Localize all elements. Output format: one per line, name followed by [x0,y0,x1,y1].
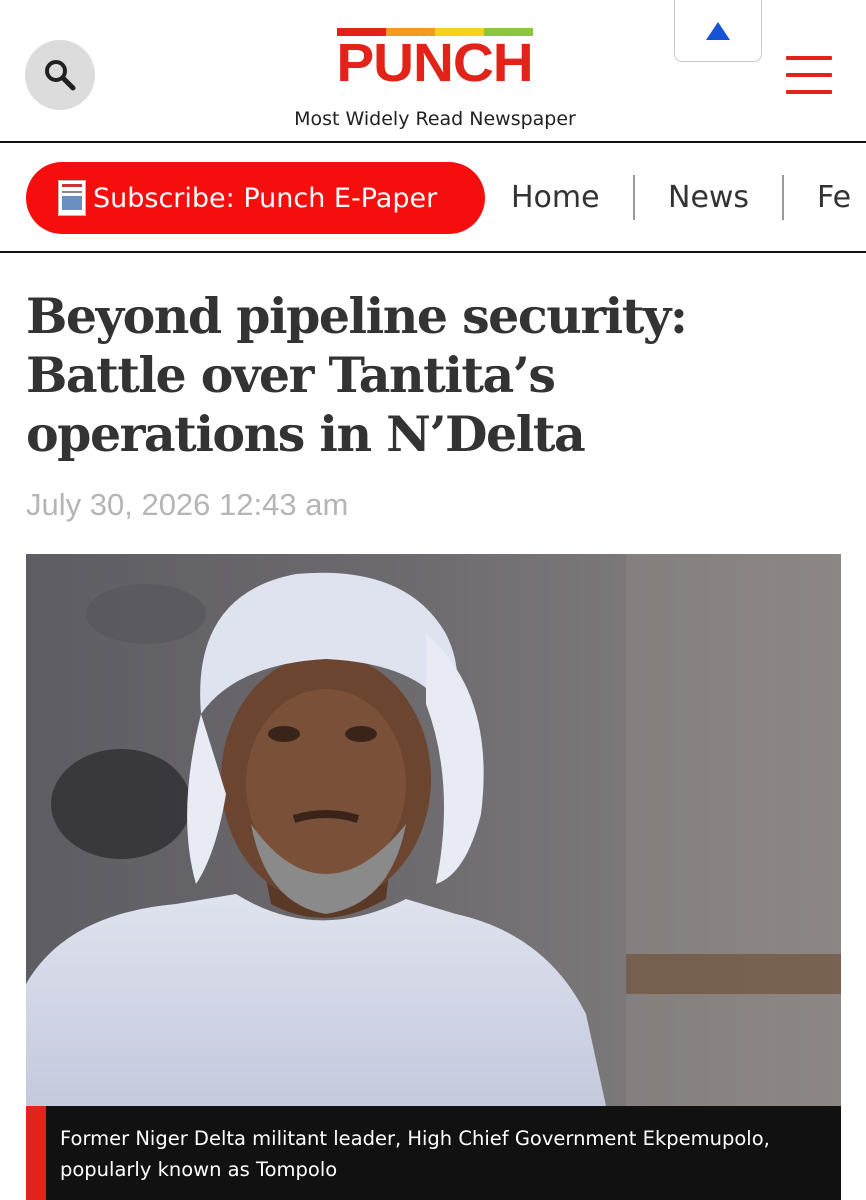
site-header: PUNCH Most Widely Read Newspaper [0,0,866,143]
nav-divider [0,251,866,253]
photo-caption: Former Niger Delta militant leader, High… [26,1106,841,1200]
search-icon [45,60,76,91]
arrow-up-icon [706,21,730,40]
nav-item-home[interactable]: Home [511,180,600,215]
header-divider [0,141,866,143]
epaper-icon [58,180,86,216]
subscribe-label: Subscribe: Punch E-Paper [93,182,438,214]
scroll-to-top-button[interactable] [674,0,762,62]
caption-text: Former Niger Delta militant leader, High… [60,1127,770,1181]
nav-item-news[interactable]: News [668,180,749,215]
site-tagline: Most Widely Read Newspaper [294,108,576,130]
subscribe-epaper-button[interactable]: Subscribe: Punch E-Paper [26,162,485,234]
article-date: July 30, 2026 12:43 am [26,487,349,522]
main-nav: Subscribe: Punch E-Paper Home News Fe [0,145,866,251]
nav-item-features[interactable]: Fe [817,180,851,215]
nav-separator [633,175,635,220]
caption-accent-bar [26,1106,46,1200]
search-button[interactable] [25,40,95,110]
article-headline: Beyond pipeline security: Battle over Ta… [26,287,688,463]
article-photo [26,554,841,1106]
logo-text: PUNCH [336,33,534,93]
site-logo[interactable]: PUNCH Most Widely Read Newspaper [250,28,620,130]
nav-separator [782,175,784,220]
hamburger-menu-icon[interactable] [786,56,832,94]
